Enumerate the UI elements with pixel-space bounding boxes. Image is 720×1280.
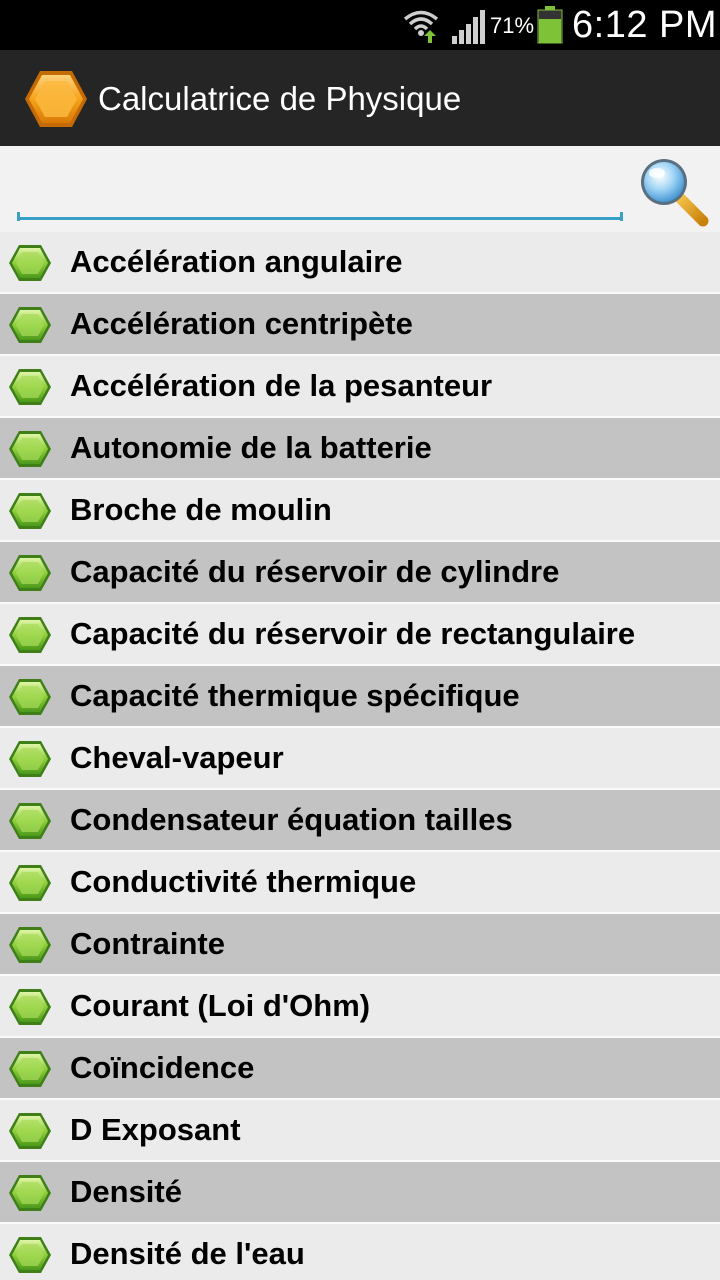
list-item-label: Condensateur équation tailles [70,802,513,837]
action-bar: Calculatrice de Physique [0,50,720,146]
list-item[interactable]: Capacité du réservoir de cylindre [0,542,720,604]
battery-icon [537,6,563,44]
list-item[interactable]: D Exposant [0,1100,720,1162]
green-hexagon-icon [9,431,51,467]
battery-percent: 71% [490,13,535,38]
list-item-label: Accélération de la pesanteur [70,368,493,403]
list-item[interactable]: Accélération centripète [0,294,720,356]
list-item-label: Broche de moulin [70,492,332,527]
topic-list: Accélération angulaire Accélération centr… [0,232,720,1280]
green-hexagon-icon [9,493,51,529]
green-hexagon-icon [9,1113,51,1149]
list-item[interactable]: Courant (Loi d'Ohm) [0,976,720,1038]
hexagon-app-icon[interactable] [24,68,88,130]
search-input-edge [17,212,20,221]
list-item-label: D Exposant [70,1112,241,1147]
status-bar: 71% 6:12 PM [0,0,720,50]
list-item-label: Courant (Loi d'Ohm) [70,988,371,1023]
status-clock: 6:12 PM [572,4,718,46]
search-input[interactable] [17,160,623,220]
list-item[interactable]: Densité de l'eau [0,1224,720,1280]
list-item[interactable]: Accélération de la pesanteur [0,356,720,418]
list-item-label: Capacité thermique spécifique [70,678,520,713]
list-item-label: Densité [70,1174,182,1209]
list-item-label: Capacité du réservoir de rectangulaire [70,616,636,651]
list-item-label: Coïncidence [70,1050,255,1085]
list-item-label: Capacité du réservoir de cylindre [70,554,560,589]
app-title: Calculatrice de Physique [98,80,462,117]
green-hexagon-icon [9,1051,51,1087]
green-hexagon-icon [9,617,51,653]
green-hexagon-icon [9,245,51,281]
green-hexagon-icon [9,1237,51,1273]
list-item[interactable]: Autonomie de la batterie [0,418,720,480]
list-item[interactable]: Capacité thermique spécifique [0,666,720,728]
list-item[interactable]: Cheval-vapeur [0,728,720,790]
list-item[interactable]: Coïncidence [0,1038,720,1100]
green-hexagon-icon [9,369,51,405]
list-item[interactable]: Capacité du réservoir de rectangulaire [0,604,720,666]
list-item[interactable]: Conductivité thermique [0,852,720,914]
search-area [0,146,720,232]
green-hexagon-icon [9,679,51,715]
list-item[interactable]: Broche de moulin [0,480,720,542]
list-item[interactable]: Condensateur équation tailles [0,790,720,852]
green-hexagon-icon [9,741,51,777]
green-hexagon-icon [9,927,51,963]
green-hexagon-icon [9,865,51,901]
green-hexagon-icon [9,989,51,1025]
list-item[interactable]: Densité [0,1162,720,1224]
green-hexagon-icon [9,803,51,839]
green-hexagon-icon [9,555,51,591]
signal-icon [452,10,485,44]
wifi-icon [403,10,439,43]
list-item[interactable]: Accélération angulaire [0,232,720,294]
list-item-label: Contrainte [70,926,225,961]
search-input-edge [620,212,623,221]
list-item-label: Densité de l'eau [70,1236,305,1271]
list-item-label: Autonomie de la batterie [70,430,432,465]
green-hexagon-icon [9,1175,51,1211]
magnifier-icon[interactable] [636,154,710,228]
list-item-label: Accélération angulaire [70,244,403,279]
list-item[interactable]: Contrainte [0,914,720,976]
green-hexagon-icon [9,307,51,343]
list-item-label: Conductivité thermique [70,864,417,899]
list-item-label: Cheval-vapeur [70,740,284,775]
list-item-label: Accélération centripète [70,306,413,341]
